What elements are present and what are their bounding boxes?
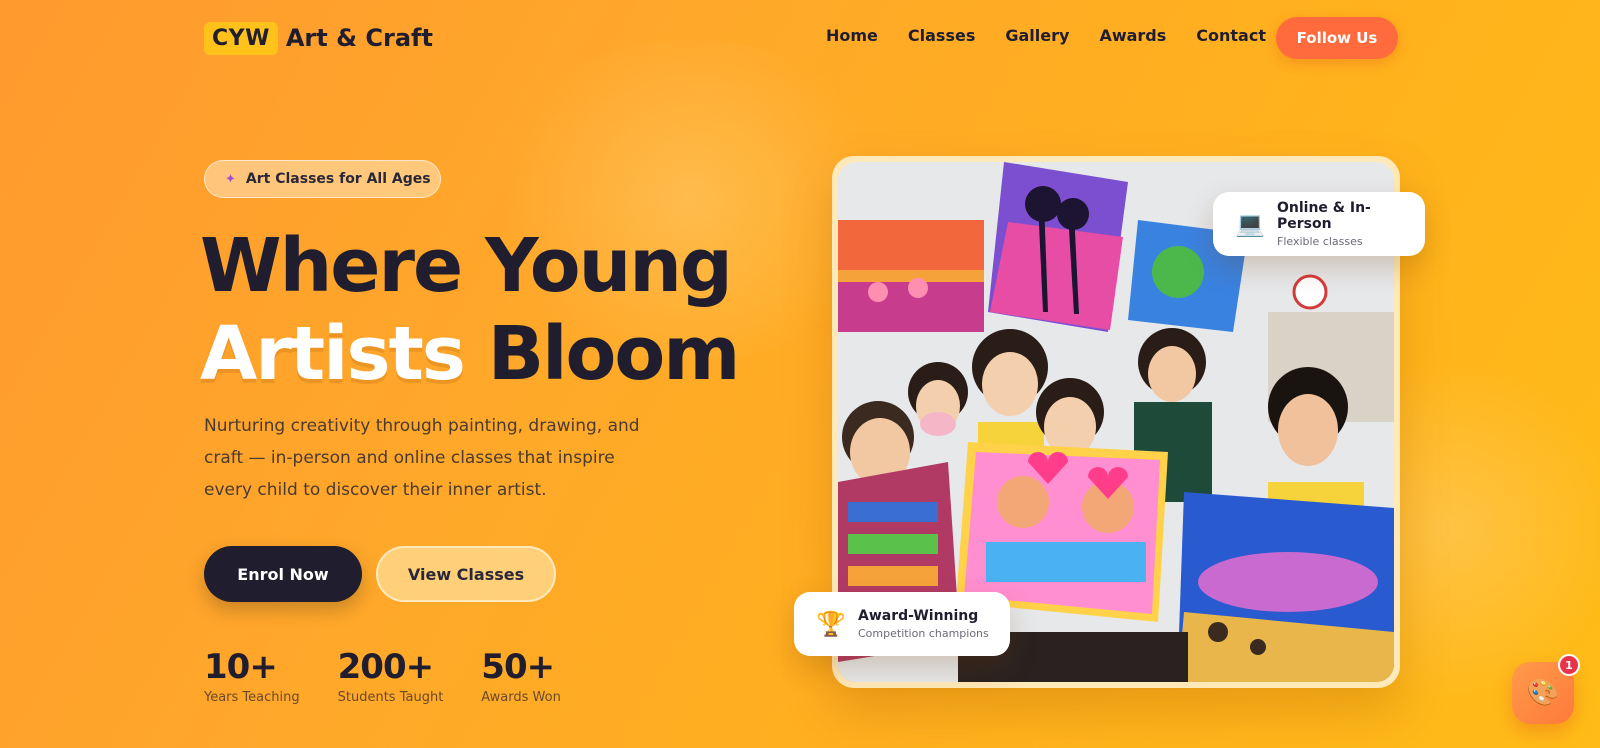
online-in-person-card: 💻 Online & In-Person Flexible classes [1213, 192, 1425, 256]
laptop-icon: 💻 [1235, 210, 1265, 238]
headline-line-2: Artists Bloom [200, 310, 741, 398]
logo[interactable]: CYW Art & Craft [204, 18, 433, 58]
category-pill: ✦ Art Classes for All Ages [204, 160, 441, 198]
card-subtitle: Competition champions [858, 627, 989, 640]
stat-years: 10+ Years Teaching [204, 648, 300, 705]
palette-icon: 🎨 [1526, 678, 1560, 708]
hero-headline: Where Young Artists Bloom [200, 222, 741, 398]
nav-link-gallery[interactable]: Gallery [1005, 26, 1069, 45]
hero-description: Nurturing creativity through painting, d… [204, 416, 640, 500]
follow-us-button[interactable]: Follow Us [1276, 17, 1398, 59]
logo-text: Art & Craft [285, 24, 433, 52]
headline-line-1: Where Young [200, 223, 733, 309]
award-winning-card: 🏆 Award-Winning Competition champions [794, 592, 1010, 656]
nav-link-contact[interactable]: Contact [1196, 26, 1266, 45]
stat-label: Students Taught [337, 690, 444, 705]
stat-students: 200+ Students Taught [338, 648, 444, 705]
view-classes-button[interactable]: View Classes [376, 546, 556, 602]
nav-link-home[interactable]: Home [826, 26, 878, 45]
nav-link-classes[interactable]: Classes [908, 26, 975, 45]
enrol-now-button[interactable]: Enrol Now [204, 546, 362, 602]
nav-link-awards[interactable]: Awards [1099, 26, 1166, 45]
card-subtitle: Flexible classes [1277, 235, 1363, 248]
palette-chat-button[interactable]: 🎨 1 [1512, 654, 1580, 724]
logo-badge: CYW [204, 21, 278, 55]
stat-value: 10+ [204, 647, 278, 687]
headline-line-2-rest: Bloom [487, 311, 741, 397]
headline-highlight: Artists [200, 311, 466, 397]
stat-awards: 50+ Awards Won [481, 648, 561, 705]
stat-value: 200+ [337, 647, 434, 687]
pill-text: Art Classes for All Ages [245, 171, 431, 187]
card-title: Award-Winning [858, 608, 979, 624]
nav-links: Home Classes Gallery Awards Contact [826, 26, 1266, 45]
card-title: Online & In-Person [1277, 200, 1371, 232]
sparkle-icon: ✦ [225, 171, 236, 187]
trophy-icon: 🏆 [816, 610, 846, 638]
stat-value: 50+ [481, 647, 555, 687]
top-nav: CYW Art & Craft Home Classes Gallery Awa… [0, 0, 1600, 76]
stat-label: Awards Won [481, 690, 561, 705]
stats-row: 10+ Years Teaching 200+ Students Taught … [204, 648, 599, 705]
stat-label: Years Teaching [204, 690, 300, 705]
notification-badge: 1 [1558, 654, 1580, 676]
